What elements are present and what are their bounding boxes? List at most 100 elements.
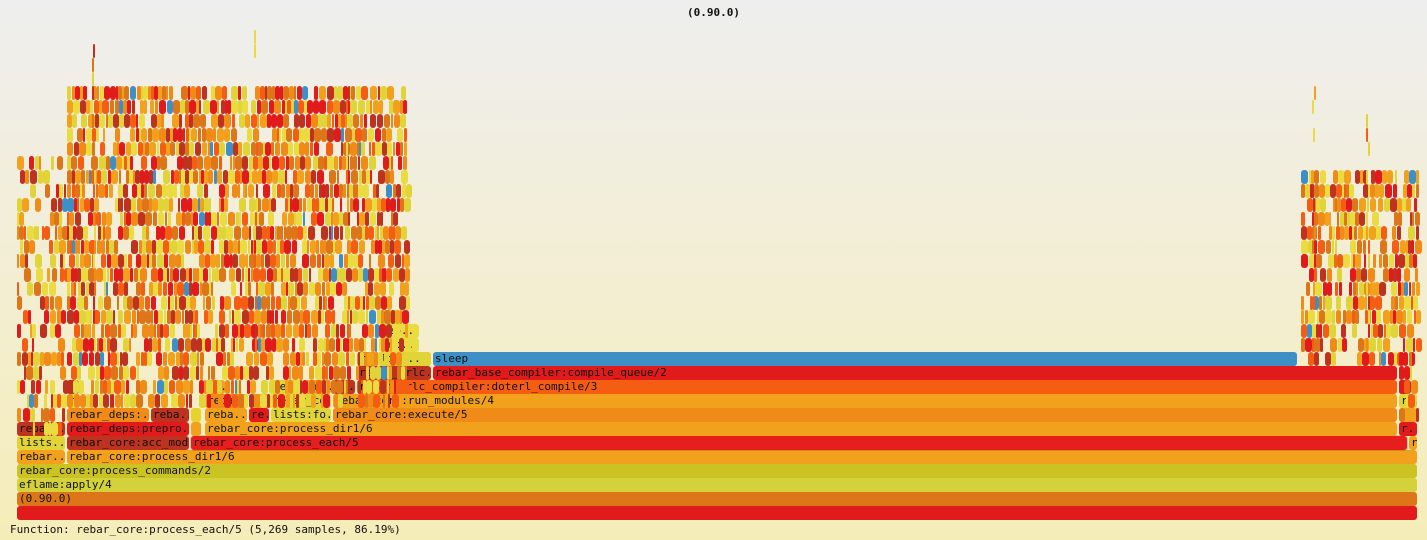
flame-sliver[interactable] — [205, 338, 211, 352]
flame-sliver[interactable] — [195, 310, 198, 324]
flame-sliver[interactable] — [275, 380, 280, 394]
flame-sliver[interactable] — [360, 352, 364, 366]
flame-sliver[interactable] — [404, 254, 410, 268]
flame-sliver[interactable] — [94, 198, 99, 212]
flame-sliver[interactable] — [257, 114, 259, 128]
flame-sliver[interactable] — [37, 226, 39, 240]
flame-sliver[interactable] — [243, 142, 250, 156]
flame-sliver[interactable] — [164, 254, 168, 268]
flame-sliver[interactable] — [81, 268, 88, 282]
flame-sliver[interactable] — [1416, 408, 1419, 422]
flame-sliver[interactable] — [1301, 254, 1308, 268]
flame-sliver[interactable] — [270, 226, 274, 240]
flame-sliver[interactable] — [28, 310, 31, 324]
flame-sliver[interactable] — [111, 254, 118, 268]
flame-sliver[interactable] — [228, 212, 235, 226]
flame-sliver[interactable] — [1398, 254, 1405, 268]
flame-sliver[interactable] — [403, 156, 407, 170]
flame-sliver[interactable] — [279, 156, 285, 170]
flame-sliver[interactable] — [139, 310, 146, 324]
flame-sliver[interactable] — [405, 324, 408, 338]
flame-sliver[interactable] — [370, 86, 377, 100]
flame-sliver[interactable] — [58, 338, 65, 352]
flame-sliver[interactable] — [283, 338, 289, 352]
flame-sliver[interactable] — [1337, 268, 1342, 282]
flame-sliver[interactable] — [79, 142, 86, 156]
flame-sliver[interactable] — [131, 212, 138, 226]
flame-sliver[interactable] — [1373, 254, 1376, 268]
flame-spike[interactable] — [1366, 282, 1368, 296]
flame-sliver[interactable] — [98, 296, 103, 310]
flame-sliver[interactable] — [400, 142, 403, 156]
flame-sliver[interactable] — [229, 310, 231, 324]
flame-sliver[interactable] — [231, 100, 238, 114]
flame-sliver[interactable] — [161, 296, 167, 310]
flame-sliver[interactable] — [332, 198, 334, 212]
flame-sliver[interactable] — [1346, 296, 1353, 310]
flame-sliver[interactable] — [62, 408, 65, 422]
flame-sliver[interactable] — [260, 268, 266, 282]
flame-sliver[interactable] — [1392, 226, 1396, 240]
flame-sliver[interactable] — [1412, 184, 1415, 198]
flame-sliver[interactable] — [123, 366, 129, 380]
flame-sliver[interactable] — [148, 394, 155, 408]
flame-sliver[interactable] — [272, 310, 274, 324]
flame-sliver[interactable] — [141, 156, 147, 170]
flame-sliver[interactable] — [1318, 240, 1325, 254]
flame-sliver[interactable] — [273, 240, 276, 254]
flame-sliver[interactable] — [353, 198, 359, 212]
flame-sliver[interactable] — [67, 310, 74, 324]
flame-sliver[interactable] — [92, 142, 95, 156]
flame-sliver[interactable] — [63, 254, 65, 268]
flame-sliver[interactable] — [283, 352, 289, 366]
flame-sliver[interactable] — [261, 380, 268, 394]
flame-spike[interactable] — [254, 44, 256, 58]
flame-sliver[interactable] — [391, 156, 393, 170]
flame-sliver[interactable] — [389, 282, 394, 296]
flame-sliver[interactable] — [159, 100, 166, 114]
flame-sliver[interactable] — [167, 268, 169, 282]
flame-sliver[interactable] — [45, 296, 49, 310]
flame-sliver[interactable] — [242, 170, 249, 184]
flame-sliver[interactable] — [136, 394, 143, 408]
flame-sliver[interactable] — [299, 366, 303, 380]
flame-sliver[interactable] — [44, 352, 51, 366]
flame-sliver[interactable] — [50, 254, 56, 268]
flame-sliver[interactable] — [129, 338, 131, 352]
flame-sliver[interactable] — [322, 282, 325, 296]
flame-sliver[interactable] — [1337, 212, 1339, 226]
flame-sliver[interactable] — [168, 282, 173, 296]
flame-sliver[interactable] — [1325, 310, 1332, 324]
flame-frame[interactable] — [191, 422, 201, 436]
flame-sliver[interactable] — [1416, 184, 1419, 198]
flame-sliver[interactable] — [272, 156, 279, 170]
flame-sliver[interactable] — [349, 338, 353, 352]
flame-sliver[interactable] — [1329, 212, 1331, 226]
flame-sliver[interactable] — [1305, 338, 1312, 352]
flame-sliver[interactable] — [248, 296, 254, 310]
flame-sliver[interactable] — [284, 240, 291, 254]
flame-sliver[interactable] — [106, 310, 113, 324]
flame-sliver[interactable] — [373, 380, 379, 394]
flame-sliver[interactable] — [303, 198, 306, 212]
flame-sliver[interactable] — [211, 366, 215, 380]
flame-sliver[interactable] — [1381, 352, 1386, 366]
flame-frame[interactable]: rebar_base_compiler:compile_queue/2 — [433, 366, 1397, 380]
flame-sliver[interactable] — [406, 296, 410, 310]
flame-sliver[interactable] — [138, 212, 145, 226]
flame-sliver[interactable] — [1326, 240, 1331, 254]
flame-sliver[interactable] — [303, 268, 308, 282]
flame-sliver[interactable] — [77, 198, 79, 212]
flame-sliver[interactable] — [83, 86, 87, 100]
flame-sliver[interactable] — [334, 156, 338, 170]
flame-sliver[interactable] — [350, 352, 355, 366]
flame-sliver[interactable] — [358, 156, 360, 170]
flame-sliver[interactable] — [311, 170, 316, 184]
flame-sliver[interactable] — [1392, 240, 1399, 254]
flame-sliver[interactable] — [232, 254, 238, 268]
flame-sliver[interactable] — [330, 184, 333, 198]
flame-sliver[interactable] — [1383, 338, 1390, 352]
flame-sliver[interactable] — [315, 366, 322, 380]
flame-sliver[interactable] — [271, 198, 276, 212]
flame-sliver[interactable] — [90, 100, 93, 114]
